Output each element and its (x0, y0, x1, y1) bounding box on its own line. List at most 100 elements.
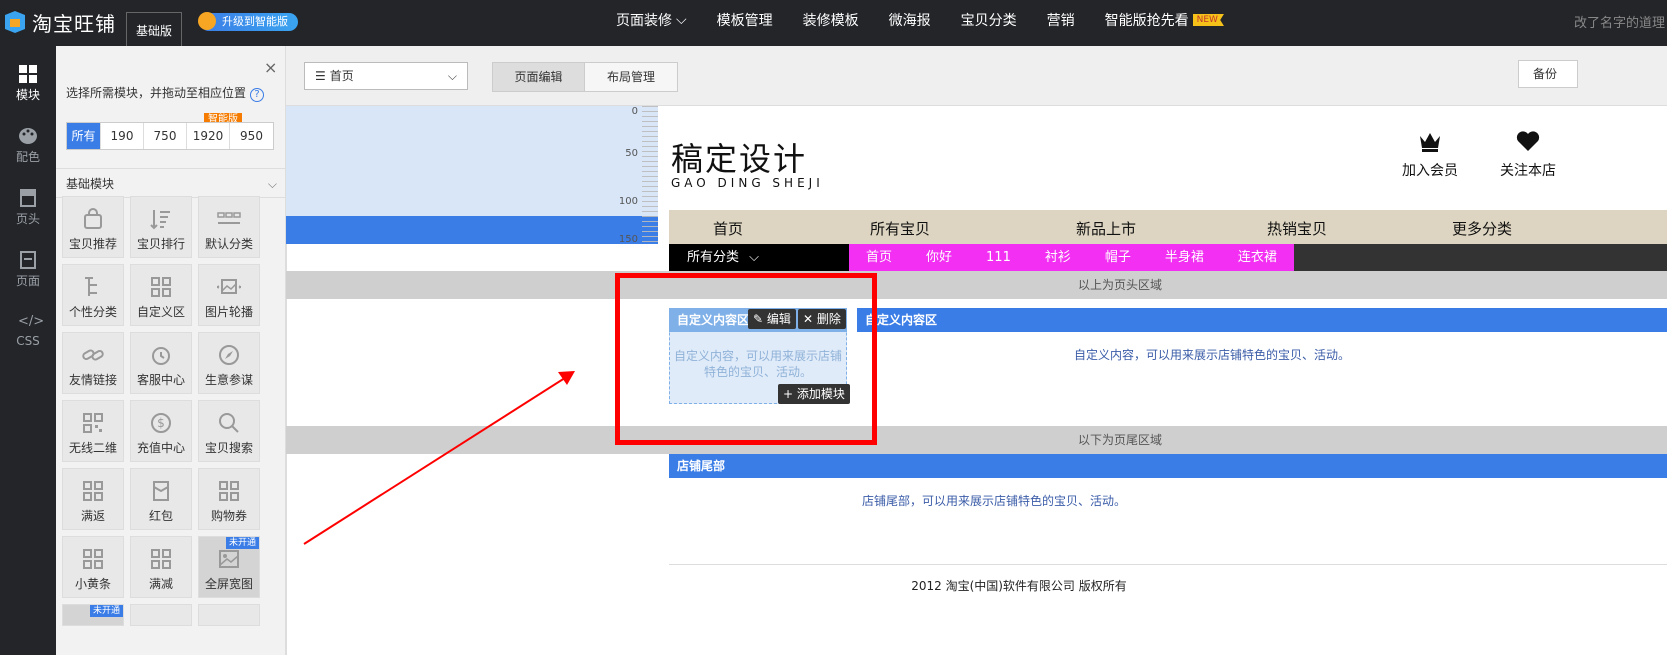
backup-button[interactable]: 备份 (1518, 60, 1578, 88)
module-tile[interactable]: 未开通 (62, 604, 124, 626)
ruler-tick-label: 150 (618, 234, 638, 245)
module-grid-icon (151, 549, 171, 569)
topnav-decor-template[interactable]: 装修模板 (803, 10, 859, 30)
big-custom-title[interactable]: 自定义内容区 (857, 308, 1667, 332)
shop-nav-more[interactable]: 更多分类 (1395, 210, 1569, 244)
module-tile[interactable]: 友情链接 (62, 332, 124, 394)
page-select[interactable]: ☰ 首页 ⌵ (304, 62, 468, 90)
tab-page-edit[interactable]: 页面编辑 (493, 63, 585, 91)
filter-1920[interactable]: 1920 (187, 123, 230, 149)
editor-toolbar: ☰ 首页 ⌵ 页面编辑 布局管理 备份 (286, 46, 1667, 106)
module-tile[interactable]: 小黄条 (62, 536, 124, 598)
filter-950[interactable]: 950 (230, 123, 273, 149)
image-icon (219, 550, 239, 568)
tab-layout-manage[interactable]: 布局管理 (585, 63, 677, 91)
chevron-down-icon: ⌵ (267, 177, 277, 191)
category-icon (217, 212, 241, 224)
bag-icon (84, 208, 102, 229)
module-tile[interactable]: 客服中心 (130, 332, 192, 394)
custom-area-icon (151, 277, 171, 297)
edition-badge[interactable]: 基础版 (126, 12, 182, 50)
topnav-item-category[interactable]: 宝贝分类 (961, 10, 1017, 30)
header-height-area[interactable] (286, 106, 658, 216)
annotation-highlight-box (615, 273, 877, 445)
category-link[interactable]: 衬衫 (1028, 244, 1088, 272)
menu-icon: ☰ (315, 69, 326, 83)
module-tile[interactable]: 宝贝排行 (130, 196, 192, 258)
chevron-down-icon: ⌵ (749, 250, 760, 265)
category-bar: 所有分类 ⌵ 首页 你好 111 衬衫 帽子 半身裙 连衣裙 (669, 244, 1667, 272)
module-tile[interactable] (198, 604, 260, 626)
module-tile[interactable]: $ 充值中心 (130, 400, 192, 462)
category-link[interactable]: 首页 (849, 244, 909, 272)
header-icon (20, 189, 36, 207)
upgrade-button[interactable]: 升级到智能版 (198, 12, 298, 31)
leftbar-item-page[interactable]: 页面 (0, 250, 56, 289)
leftbar-item-module[interactable]: 模块 (0, 64, 56, 103)
module-tile[interactable]: 满返 (62, 468, 124, 530)
shop-nav-new[interactable]: 新品上市 (1013, 210, 1199, 244)
footer-title[interactable]: 店铺尾部 (669, 454, 1667, 478)
module-tile[interactable]: 购物券 (198, 468, 260, 530)
not-open-badge: 未开通 (225, 537, 259, 549)
section-basic-modules[interactable]: 基础模块 ⌵ (56, 168, 285, 198)
module-tile[interactable]: 生意参谋 (198, 332, 260, 394)
module-tile[interactable]: 红包 (130, 468, 192, 530)
svg-text:$: $ (157, 416, 165, 430)
category-link[interactable]: 帽子 (1088, 244, 1148, 272)
copyright-text: 2012 淘宝(中国)软件有限公司 版权所有 (911, 579, 1127, 593)
shop-nav-all[interactable]: 所有宝贝 (787, 210, 1013, 244)
module-tile[interactable]: 默认分类 (198, 196, 260, 258)
filter-190[interactable]: 190 (101, 123, 144, 149)
join-member-link[interactable]: 加入会员 (1402, 128, 1458, 180)
panel-hint: 选择所需模块，并拖动至相应位置? (66, 84, 265, 102)
filter-all[interactable]: 所有 (67, 123, 101, 149)
follow-shop-link[interactable]: 关注本店 (1500, 128, 1556, 180)
module-panel: × 选择所需模块，并拖动至相应位置? 智能版 所有 190 750 1920 9… (56, 46, 286, 655)
new-badge: NEW (1192, 14, 1224, 26)
grid-icon (19, 65, 37, 83)
module-tile[interactable]: 个性分类 (62, 264, 124, 326)
topnav-template-manage[interactable]: 模板管理 (717, 10, 773, 30)
height-ruler[interactable] (642, 106, 658, 244)
module-tile[interactable]: 未开通 全屏宽图 (198, 536, 260, 598)
tree-icon (85, 277, 97, 296)
ruler-tick-label: 50 (625, 148, 638, 159)
module-tile[interactable]: 满减 (130, 536, 192, 598)
leftbar-item-css[interactable]: </> CSS (0, 312, 56, 348)
module-tile[interactable]: 无线二维 (62, 400, 124, 462)
module-tile[interactable]: 自定义区 (130, 264, 192, 326)
all-category-dropdown[interactable]: 所有分类 ⌵ (669, 244, 849, 272)
topnav-page-decor[interactable]: 页面装修 ⌵ (616, 10, 687, 30)
category-link[interactable]: 111 (969, 244, 1028, 272)
top-bar: 淘宝旺铺 基础版 升级到智能版 页面装修 ⌵ 模板管理 装修模板 微海报 宝贝分类… (0, 0, 1667, 50)
ruler-tick-label: 100 (618, 196, 638, 207)
filter-750[interactable]: 750 (144, 123, 187, 149)
topnav-smart-preview[interactable]: 智能版抢先看 NEW (1105, 10, 1224, 30)
category-link[interactable]: 半身裙 (1148, 244, 1221, 272)
code-icon: </> (18, 314, 45, 329)
footer-boundary: 以下为页尾区域 (286, 426, 1667, 454)
width-filters: 所有 190 750 1920 950 (66, 122, 274, 150)
topnav-marketing[interactable]: 营销 (1047, 10, 1075, 30)
shop-name[interactable]: 改了名字的道理 (1574, 12, 1667, 31)
module-tile[interactable]: 宝贝搜索 (198, 400, 260, 462)
leftbar-item-header[interactable]: 页头 (0, 188, 56, 227)
category-link[interactable]: 连衣裙 (1221, 244, 1294, 272)
help-icon[interactable]: ? (250, 88, 265, 102)
left-icon-bar: 模块 配色 页头 页面 </> CSS (0, 46, 56, 655)
shop-nav-hot[interactable]: 热销宝贝 (1199, 210, 1395, 244)
category-link[interactable]: 你好 (909, 244, 969, 272)
ranking-icon (150, 210, 170, 230)
topnav-micro-poster[interactable]: 微海报 (889, 10, 931, 30)
module-tile[interactable]: 图片轮播 (198, 264, 260, 326)
leftbar-item-color[interactable]: 配色 (0, 126, 56, 165)
close-icon[interactable]: × (264, 58, 277, 77)
shop-nav-home[interactable]: 首页 (669, 210, 787, 244)
module-tile[interactable]: 宝贝推荐 (62, 196, 124, 258)
header-height-bar[interactable] (286, 216, 658, 244)
logo-text: 淘宝旺铺 (32, 11, 116, 36)
app-logo[interactable]: 淘宝旺铺 (0, 6, 116, 38)
module-grid-icon (83, 481, 103, 501)
module-tile[interactable] (130, 604, 192, 626)
